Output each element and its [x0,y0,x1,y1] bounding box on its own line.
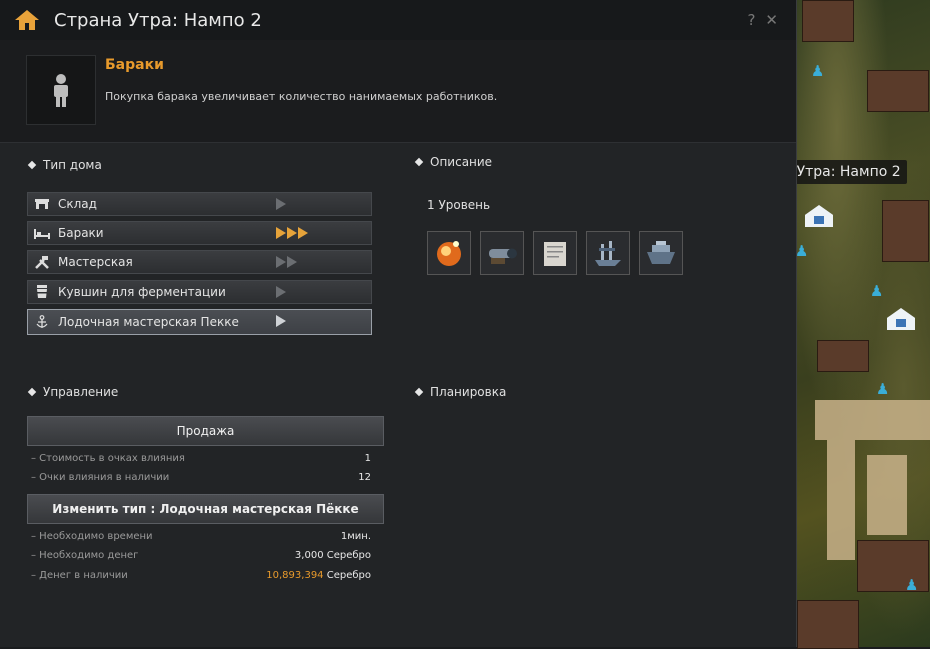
diamond-icon [27,387,37,397]
layout-heading: Планировка [414,385,506,399]
change-type-button[interactable]: Изменить тип : Лодочная мастерская Пёкке [27,494,384,524]
help-icon[interactable]: ? [747,11,755,29]
type-option-boat-workshop[interactable]: Лодочная мастерская Пекке [27,309,372,335]
intro-description: Покупка барака увеличивает количество на… [105,90,498,103]
blueprint-icon[interactable] [533,231,577,275]
home-icon [15,10,39,30]
money-available-row: – Денег в наличии 10,893,394 Серебро [31,570,371,581]
npc-pin-icon[interactable]: ♟ [905,576,918,594]
cannon-icon[interactable] [480,231,524,275]
diamond-icon [414,387,424,397]
type-option-fermentation-jar[interactable]: Кувшин для ферментации [27,280,372,304]
close-icon[interactable]: ✕ [765,11,778,29]
warehouse-icon [34,197,50,211]
type-option-workshop[interactable]: Мастерская [27,250,372,274]
ship-hull-icon[interactable] [639,231,683,275]
management-heading: Управление [27,385,118,399]
money-required-row: – Необходимо денег 3,000 Серебро [31,550,371,561]
material-items [427,231,683,275]
level-label: 1 Уровень [427,198,491,212]
type-option-warehouse[interactable]: Склад [27,192,372,216]
diamond-icon [414,157,424,167]
npc-pin-icon[interactable]: ♟ [811,62,824,80]
intro-title: Бараки [105,57,164,73]
worker-icon [54,74,68,107]
window-title: Страна Утра: Нампо 2 [54,9,262,31]
worker-portrait [26,55,96,125]
time-required-row: – Необходимо времени 1мин. [31,531,371,542]
intro-panel: Бараки Покупка барака увеличивает количе… [0,40,796,143]
house-type-heading: Тип дома [27,158,102,172]
orange-orb-icon[interactable] [427,231,471,275]
sell-button[interactable]: Продажа [27,416,384,446]
npc-pin-icon[interactable]: ♟ [876,380,889,398]
influence-cost-row: – Стоимость в очках влияния 1 [31,453,371,464]
house-window: Страна Утра: Нампо 2 ? ✕ Бараки Покупка … [0,0,797,647]
ship-part-icon[interactable] [586,231,630,275]
npc-pin-icon[interactable]: ♟ [870,282,883,300]
bed-icon [34,226,50,240]
diamond-icon [27,160,37,170]
jar-icon [34,285,50,299]
money-available-amount: 10,893,394 [266,570,324,581]
anchor-icon [34,315,50,329]
type-option-barracks[interactable]: Бараки [27,221,372,245]
tools-icon [34,255,50,269]
influence-available-row: – Очки влияния в наличии 12 [31,472,371,483]
description-heading: Описание [414,155,492,169]
title-bar[interactable]: Страна Утра: Нампо 2 ? ✕ [0,0,796,41]
npc-pin-icon[interactable]: ♟ [795,242,808,260]
